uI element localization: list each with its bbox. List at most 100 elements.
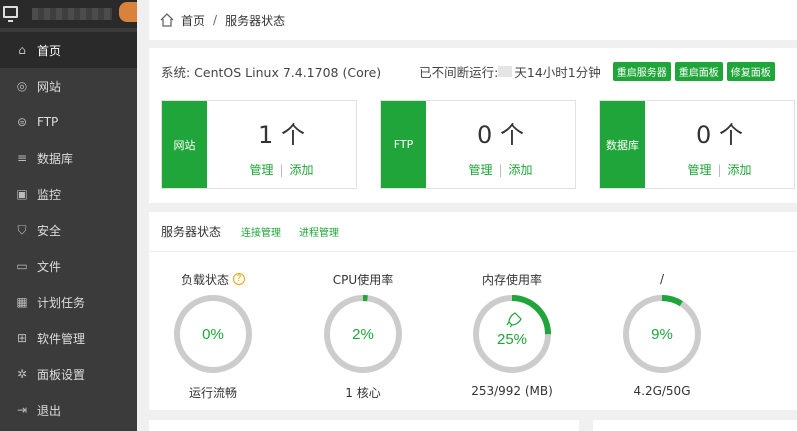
repair-panel-button[interactable]: 修复面板 [726,62,775,81]
gauge-ring[interactable]: 25% [470,292,554,376]
sidebar-item-label: 安全 [37,223,62,238]
stat-label: 数据库 [600,101,645,188]
process-manage-link[interactable]: 进程管理 [299,224,339,239]
gauge-sub: 253/992 (MB) [471,384,553,398]
sidebar-item-logout[interactable]: ⇥ 退出 [0,392,137,428]
breadcrumb: 首页 / 服务器状态 [149,0,797,40]
gauge-title: 内存使用率 [481,272,542,287]
link-separator: | [279,163,284,177]
sidebar-item-label: 首页 [37,43,62,58]
gauge-title: 负载状态 ? [158,270,268,288]
stat-database: 数据库 0 个 管理 | 添加 [599,100,795,189]
gauge-value: 0% [202,326,224,343]
add-link[interactable]: 添加 [509,163,533,177]
sidebar-item-settings[interactable]: ✲ 面板设置 [0,356,137,392]
sidebar-item-label: 数据库 [37,151,74,166]
link-separator: | [498,163,503,177]
restart-server-button[interactable]: 重启服务器 [612,62,671,81]
gauge-sub: 运行流畅 [188,386,237,400]
manage-link[interactable]: 管理 [249,163,273,177]
gauge-title: / [659,272,665,286]
connection-manage-link[interactable]: 连接管理 [241,224,281,239]
calendar-icon: ▦ [16,295,28,309]
sidebar-item-website[interactable]: ◎ 网站 [0,68,137,104]
breadcrumb-separator: / [213,13,218,27]
sidebar-item-ftp[interactable]: ⊜ FTP [0,104,137,140]
stat-count: 0 个 [696,121,743,149]
uptime-days-redacted [498,66,513,77]
main-content: 首页 / 服务器状态 系统: CentOS Linux 7.4.1708 (Co… [149,0,797,431]
sidebar-item-label: 文件 [37,259,62,274]
gauge-ring[interactable]: 9% [620,292,704,376]
sidebar-item-files[interactable]: ▭ 文件 [0,248,137,284]
sidebar: ⌂ 首页 ◎ 网站 ⊜ FTP ≡ 数据库 ▣ 监控 ⛉ 安全 ▭ 文件 ▦ 计 [0,0,137,431]
gauge-load: 负载状态 ? 0% 运行流畅 [158,270,268,401]
system-info-line: 系统: CentOS Linux 7.4.1708 (Core) 已不间断运行:… [161,62,797,81]
overview-panel: 系统: CentOS Linux 7.4.1708 (Core) 已不间断运行:… [149,48,797,203]
sidebar-item-home[interactable]: ⌂ 首页 [0,32,137,68]
sidebar-item-label: 软件管理 [37,331,86,346]
home-icon: ⌂ [18,43,26,57]
sidebar-item-label: 退出 [37,403,62,418]
rocket-icon[interactable] [506,312,522,328]
manage-link[interactable]: 管理 [687,163,711,177]
sidebar-item-label: 监控 [37,187,62,202]
server-status-panel: 服务器状态 连接管理 进程管理 负载状态 ? 0% 运行流畅 CPU使用率 2% [149,212,797,410]
stat-label: 网站 [162,101,207,188]
gauge-disk: / 9% 4.2G/50G [607,270,717,398]
help-icon[interactable]: ? [233,273,245,285]
gauge-value: 2% [352,326,374,343]
stat-links: 管理 | 添加 [207,161,356,178]
gauge-sub: 4.2G/50G [633,384,691,398]
uptime-value: 天14小时1分钟 [514,65,601,80]
gauge-value: 9% [651,326,673,343]
status-title: 服务器状态 [161,225,222,239]
bottom-panel-right [593,420,797,431]
gauge-ring[interactable]: 2% [321,292,405,376]
gear-icon: ✲ [16,367,28,381]
breadcrumb-current: 服务器状态 [225,13,286,28]
stat-count: 1 个 [258,121,305,149]
restart-panel-button[interactable]: 重启面板 [674,62,723,81]
gauge-title-text: 负载状态 [180,272,229,287]
stat-links: 管理 | 添加 [426,161,575,178]
bottom-panel-left [149,420,579,431]
database-icon: ≡ [16,151,28,165]
stat-ftp: FTP 0 个 管理 | 添加 [380,100,576,189]
avatar[interactable] [119,2,137,22]
os-info: 系统: CentOS Linux 7.4.1708 (Core) [161,65,382,80]
sidebar-item-label: 网站 [37,79,62,94]
add-link[interactable]: 添加 [290,163,314,177]
sidebar-item-cron[interactable]: ▦ 计划任务 [0,284,137,320]
stat-label: FTP [381,101,426,188]
sidebar-item-label: 计划任务 [37,295,86,310]
sidebar-item-label: 面板设置 [37,367,86,382]
sidebar-item-label: FTP [37,115,59,129]
stat-website: 网站 1 个 管理 | 添加 [161,100,357,189]
blurred-hostname [32,8,112,20]
sidebar-item-database[interactable]: ≡ 数据库 [0,140,137,176]
ftp-icon: ⊜ [16,115,28,129]
gauge-sub: 1 核心 [345,386,381,400]
brand-bar [0,0,137,28]
gauge-ring[interactable]: 0% [171,292,255,376]
globe-icon: ◎ [16,79,28,93]
sidebar-item-software[interactable]: ⊞ 软件管理 [0,320,137,356]
stat-links: 管理 | 添加 [645,161,794,178]
monitor-icon: ▣ [16,187,28,201]
link-separator: | [717,163,722,177]
logout-icon: ⇥ [16,403,28,417]
shield-icon: ⛉ [17,223,27,237]
home-icon[interactable] [159,12,175,28]
status-header: 服务器状态 连接管理 进程管理 [149,212,797,252]
stat-count: 0 个 [477,121,524,149]
breadcrumb-home[interactable]: 首页 [181,12,205,29]
gauge-cpu: CPU使用率 2% 1 核心 [308,270,418,401]
gauge-title: CPU使用率 [332,272,394,287]
apps-icon: ⊞ [16,331,28,345]
manage-link[interactable]: 管理 [468,163,492,177]
sidebar-item-monitor[interactable]: ▣ 监控 [0,176,137,212]
add-link[interactable]: 添加 [728,163,752,177]
gauge-memory: 内存使用率 25% 253/992 (MB) [457,270,567,399]
sidebar-item-security[interactable]: ⛉ 安全 [0,212,137,248]
